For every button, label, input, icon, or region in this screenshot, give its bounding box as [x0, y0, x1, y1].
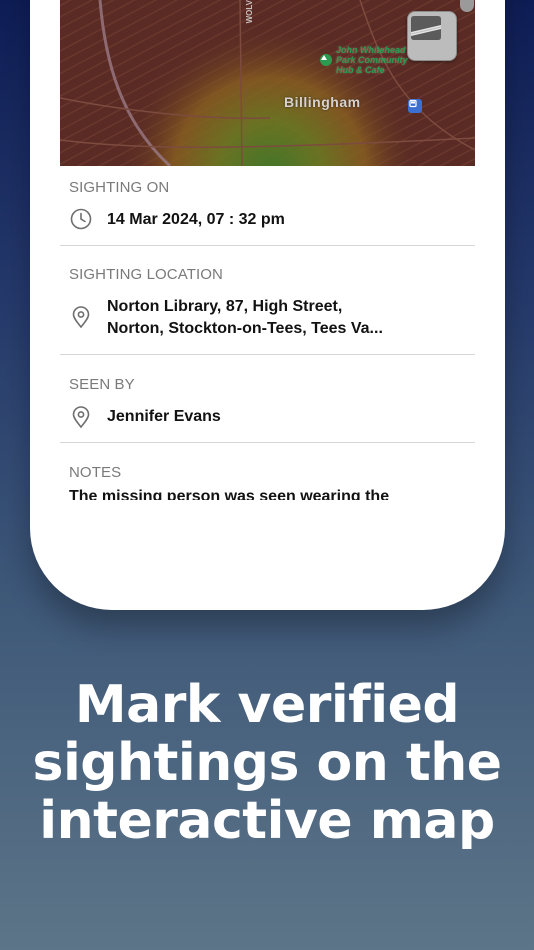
notes-clip: The missing person was seen wearing the [60, 480, 475, 500]
map-layers-button[interactable] [407, 11, 457, 61]
caption-line-3: interactive map [39, 791, 495, 851]
notes-section: NOTES [60, 443, 475, 483]
bus-stop-icon[interactable] [408, 99, 422, 113]
location-pin-icon [72, 306, 90, 329]
caption-line-2: sightings on the [32, 733, 503, 793]
sighting-on-label: SIGHTING ON [69, 179, 170, 196]
notes-label: NOTES [69, 464, 122, 481]
caption-line-1: Mark verified [74, 675, 460, 735]
sighting-on-section: SIGHTING ON 14 Mar 2024, 07 : 32 pm [60, 166, 475, 246]
sighting-map[interactable]: WOLV John Whitehead Park Community Hub &… [60, 0, 475, 166]
phone-screen-card: WOLV John Whitehead Park Community Hub &… [30, 0, 505, 610]
sighting-location-line1: Norton Library, 87, High Street, [107, 298, 343, 315]
park-pin-icon[interactable] [320, 54, 332, 66]
map-layers-icon [410, 16, 442, 40]
seen-by-value: Jennifer Evans [107, 408, 221, 425]
sighting-location-label: SIGHTING LOCATION [69, 266, 223, 283]
notes-value: The missing person was seen wearing the [69, 488, 390, 500]
map-place-label: Billingham [284, 94, 361, 110]
sighting-location-line2: Norton, Stockton-on-Tees, Tees Va... [107, 320, 383, 337]
seen-by-section: SEEN BY Jennifer Evans [60, 355, 475, 443]
clock-icon [70, 208, 92, 230]
location-pin-icon [72, 406, 90, 429]
sighting-location-section: SIGHTING LOCATION Norton Library, 87, Hi… [60, 246, 475, 355]
seen-by-label: SEEN BY [69, 376, 135, 393]
promo-caption: Mark verified sightings on the interacti… [0, 676, 534, 850]
sighting-on-value: 14 Mar 2024, 07 : 32 pm [107, 211, 285, 228]
map-road-label: WOLV [245, 0, 254, 24]
